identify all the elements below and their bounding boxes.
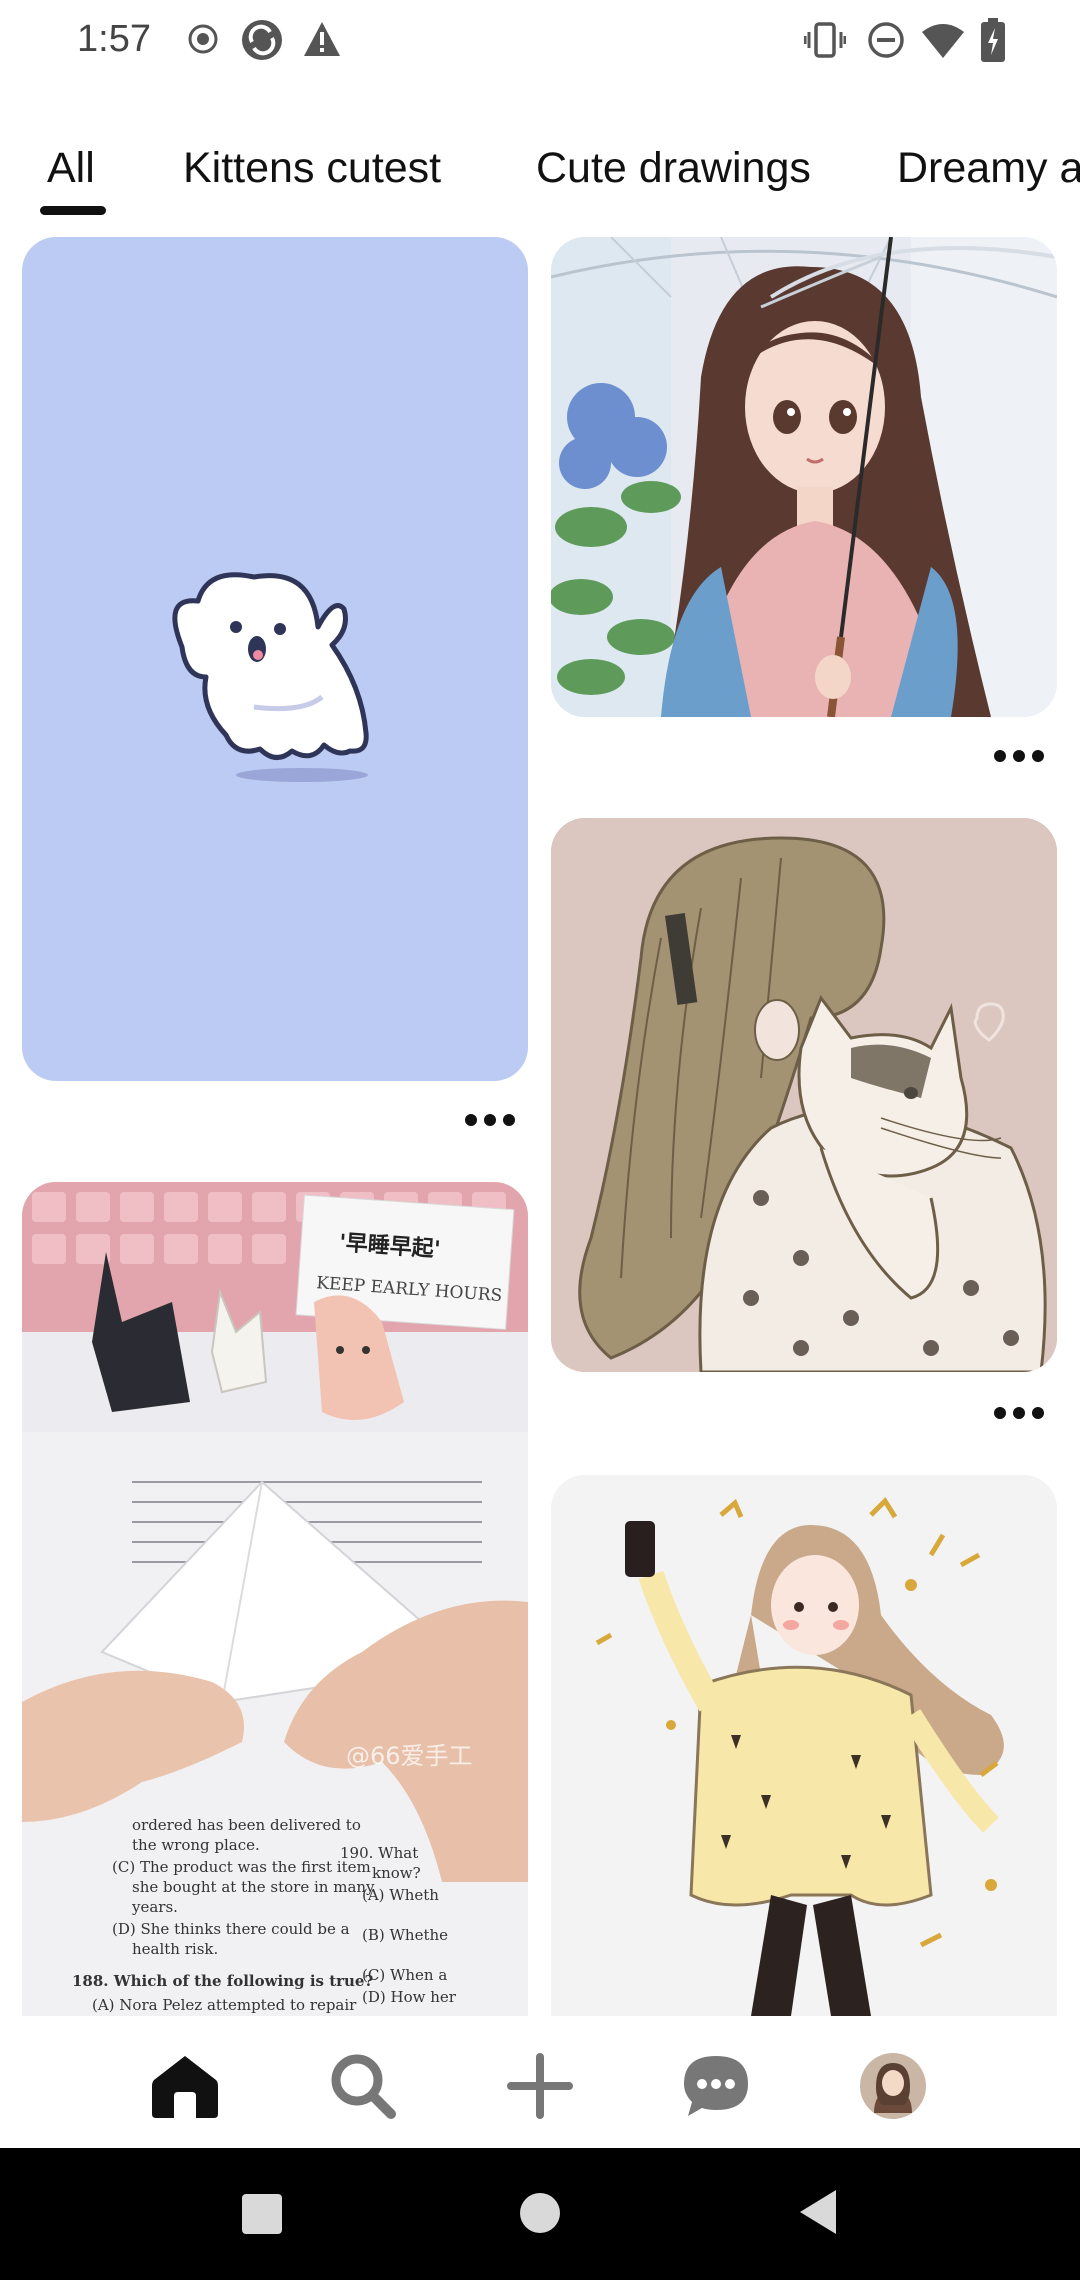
tab-all[interactable]: All [47, 144, 95, 193]
svg-text:(B) Whethe: (B) Whethe [362, 1926, 448, 1944]
svg-text:188. Which of the following is: 188. Which of the following is true? [72, 1972, 373, 1990]
nav-home[interactable] [145, 2046, 225, 2126]
svg-text:(C) The product was the first: (C) The product was the first item [112, 1858, 371, 1876]
svg-text:health risk.: health risk. [132, 1940, 218, 1958]
pin-girl-with-cat[interactable] [551, 818, 1057, 1372]
system-navigation-bar [0, 2148, 1080, 2280]
umbrella-girl-illustration [551, 237, 1057, 717]
warning-icon [304, 22, 340, 56]
nav-search[interactable] [323, 2046, 403, 2126]
origami-photo: '早睡早起' KEEP EARLY HOURS ordered has been… [22, 1182, 528, 2016]
svg-text:@66爱手工: @66爱手工 [346, 1742, 473, 1770]
pin-umbrella-girl-more-icon[interactable] [994, 746, 1044, 766]
board-tabs: All Kittens cutest Cute drawings Dreamy … [0, 130, 1080, 220]
avatar [860, 2053, 926, 2119]
record-icon [188, 24, 218, 54]
sync-icon [242, 20, 282, 60]
svg-text:years.: years. [131, 1898, 178, 1916]
pin-ghost[interactable] [22, 237, 528, 1081]
svg-text:(C) When a: (C) When a [362, 1966, 447, 1984]
tab-dreamy[interactable]: Dreamy a [897, 144, 1080, 193]
chat-bubble-icon [684, 2056, 748, 2116]
bottom-navigation [0, 2016, 1080, 2148]
svg-text:(D) How her: (D) How her [362, 1988, 457, 2006]
do-not-disturb-icon [868, 22, 904, 58]
svg-text:(A) Wheth: (A) Wheth [362, 1886, 439, 1904]
tab-kittens-cutest[interactable]: Kittens cutest [183, 144, 441, 193]
status-bar: 1:57 [0, 0, 1080, 86]
vibrate-icon [804, 22, 846, 58]
pin-umbrella-girl[interactable] [551, 237, 1057, 717]
ghost-illustration [172, 572, 369, 782]
nav-create[interactable] [500, 2046, 580, 2126]
svg-text:she bought at the store in man: she bought at the store in many [132, 1878, 375, 1896]
girl-with-cat-illustration [551, 818, 1057, 1372]
search-icon [331, 2054, 396, 2119]
back-triangle-icon[interactable] [796, 2188, 838, 2236]
svg-text:190. What: 190. What [340, 1844, 418, 1862]
svg-text:(D) She thinks there could be: (D) She thinks there could be a [112, 1920, 350, 1938]
pin-girl-with-cat-more-icon[interactable] [994, 1403, 1044, 1423]
pin-selfie-girl[interactable] [551, 1475, 1057, 2016]
pin-ghost-more-icon[interactable] [465, 1110, 515, 1130]
wifi-icon [922, 24, 964, 58]
nav-profile[interactable] [853, 2046, 933, 2126]
svg-text:ordered has been delivered to: ordered has been delivered to [132, 1816, 361, 1834]
svg-text:(A) Nora Pelez attempted to re: (A) Nora Pelez attempted to repair [92, 1996, 357, 2014]
svg-text:know?: know? [372, 1864, 421, 1882]
nav-messages[interactable] [676, 2046, 756, 2126]
selfie-girl-illustration [551, 1475, 1057, 2016]
tab-cute-drawings[interactable]: Cute drawings [536, 144, 811, 193]
home-icon [152, 2056, 218, 2118]
pin-origami[interactable]: '早睡早起' KEEP EARLY HOURS ordered has been… [22, 1182, 528, 2016]
battery-charging-icon [981, 18, 1005, 62]
selected-tab-indicator [40, 206, 106, 215]
svg-text:the wrong place.: the wrong place. [132, 1836, 260, 1854]
plus-icon [507, 2053, 573, 2119]
status-time: 1:57 [77, 18, 151, 60]
home-circle-icon[interactable] [519, 2192, 561, 2234]
recents-square-icon[interactable] [240, 2192, 284, 2236]
